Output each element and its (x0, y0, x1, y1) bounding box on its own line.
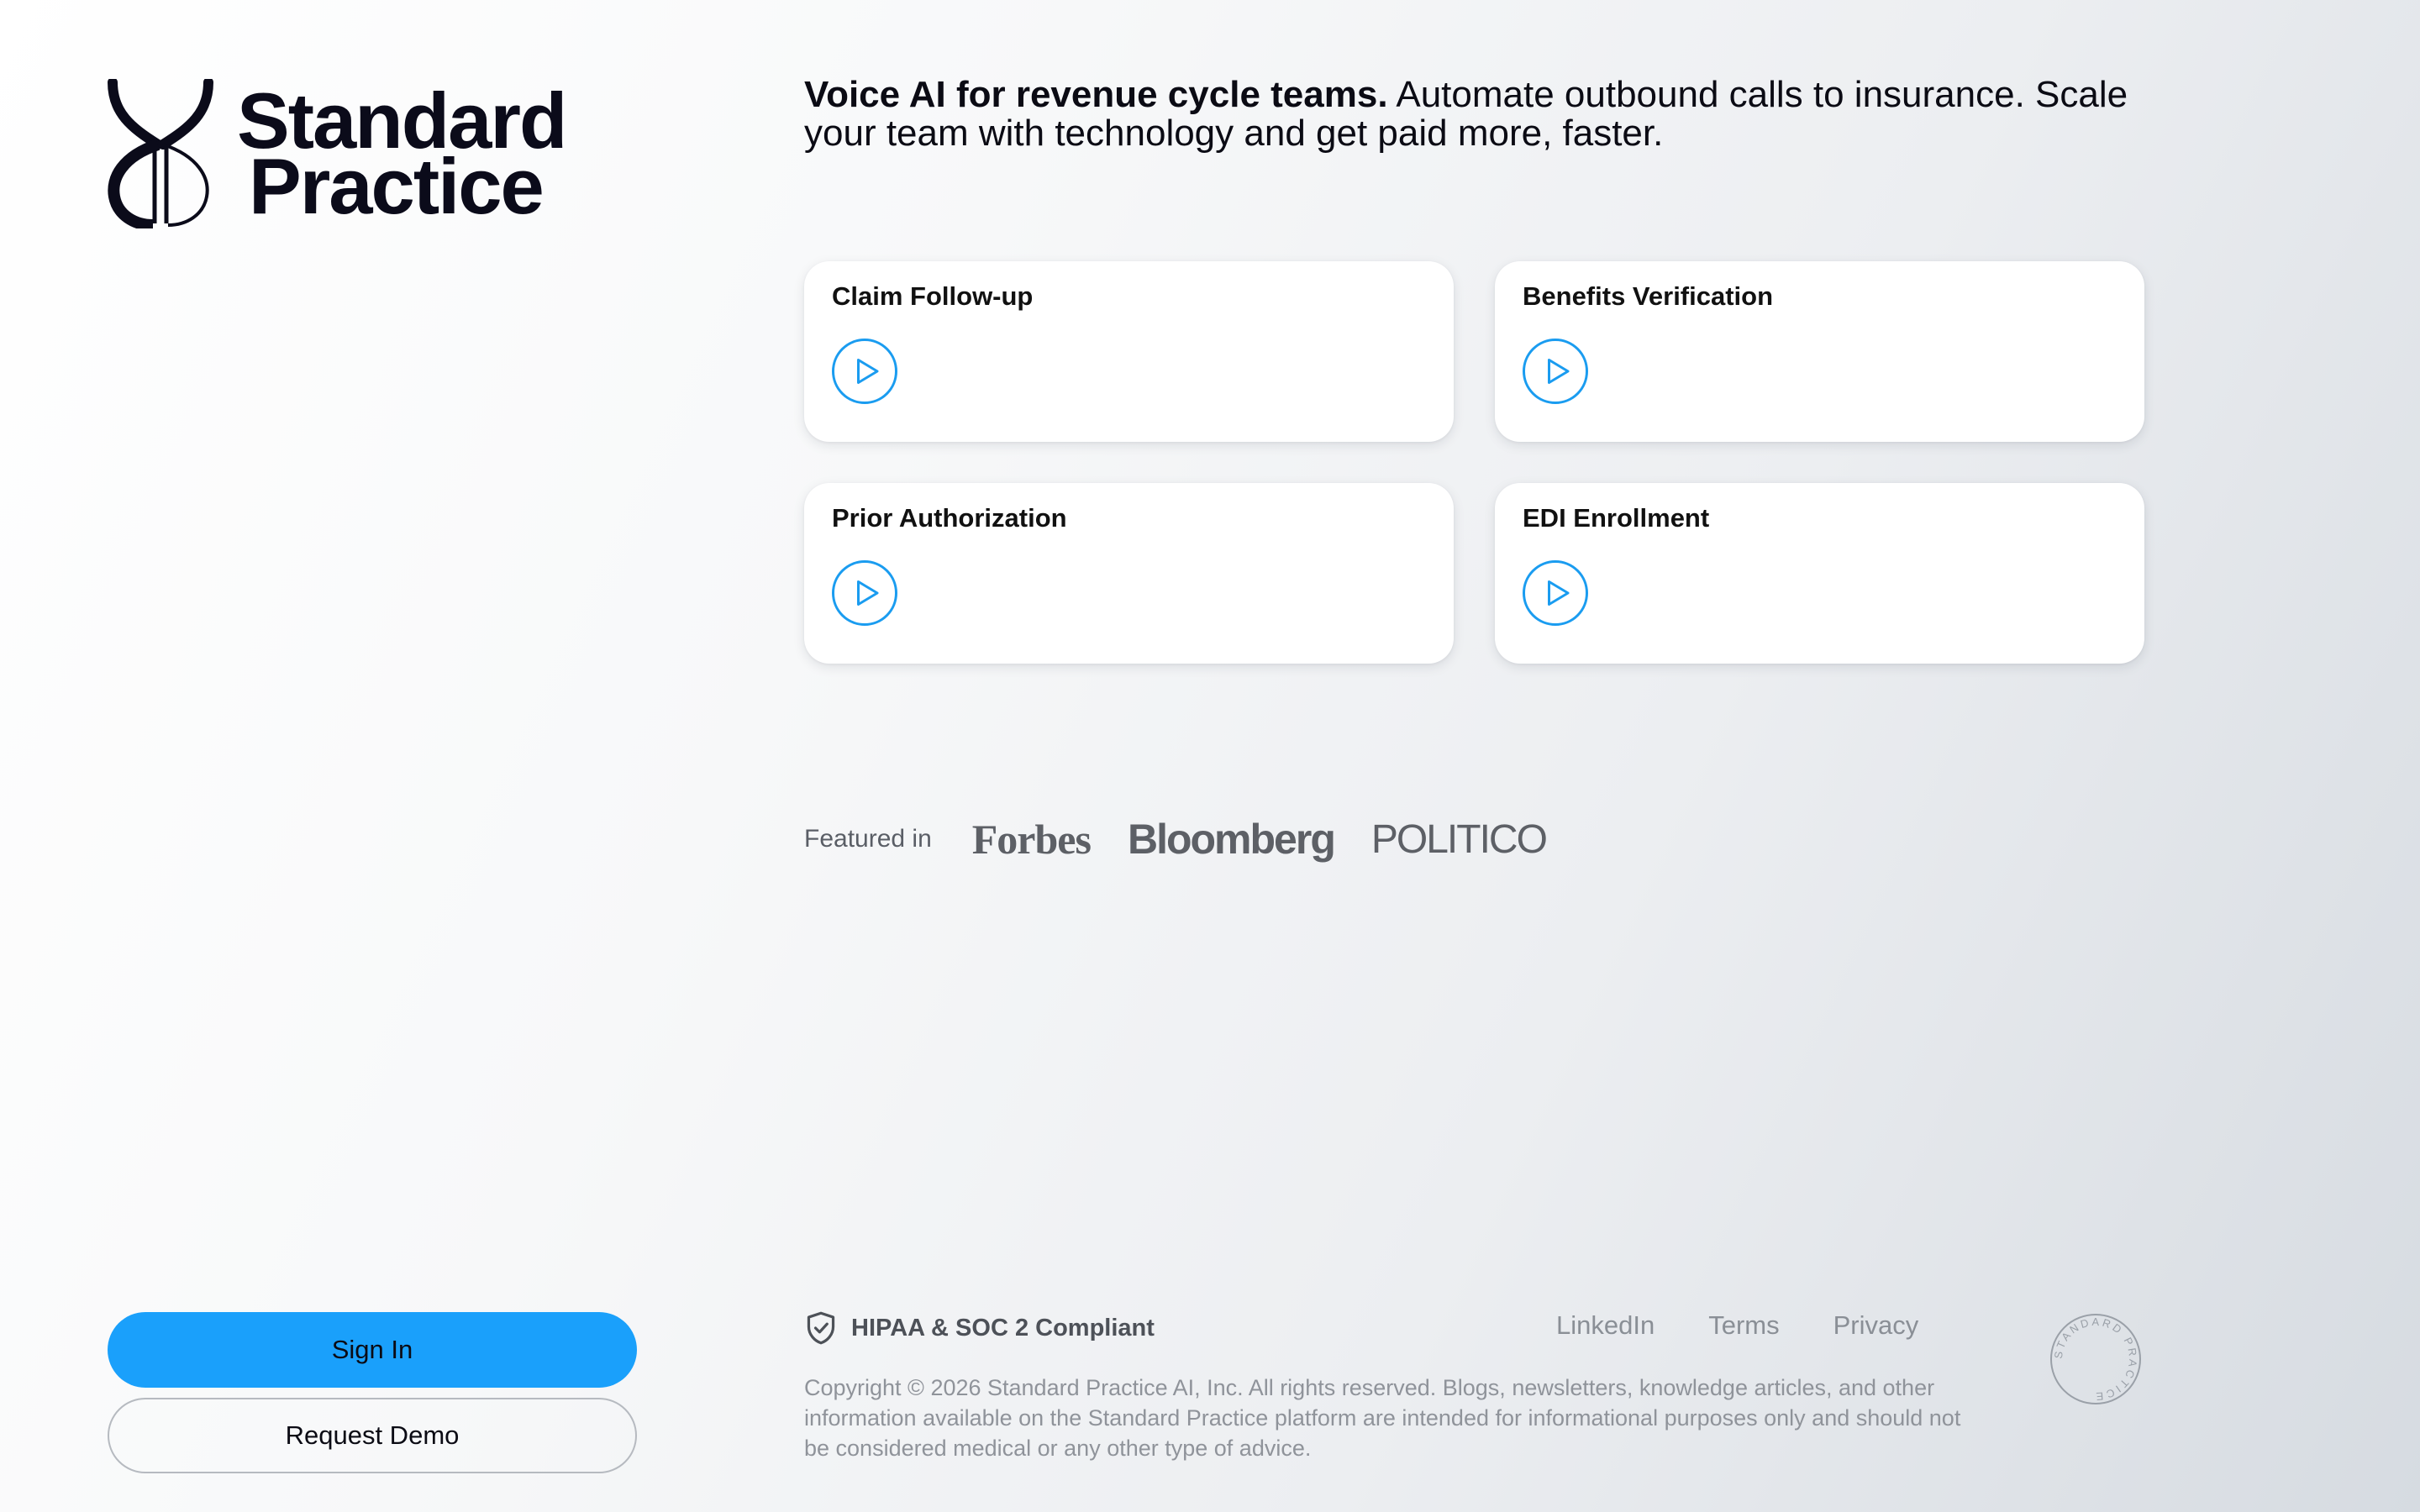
card-prior-authorization[interactable]: Prior Authorization (804, 483, 1454, 664)
brand-wordmark: Standard Practice (237, 81, 567, 230)
card-title: EDI Enrollment (1523, 503, 1710, 533)
card-title: Prior Authorization (832, 503, 1067, 533)
card-title: Claim Follow-up (832, 281, 1034, 311)
privacy-link[interactable]: Privacy (1833, 1310, 1919, 1341)
page: Standard Practice Voice AI for revenue c… (0, 0, 2420, 1512)
politico-logo: POLITICO (1370, 816, 1548, 862)
copyright-text: Copyright © 2026 Standard Practice AI, I… (804, 1375, 1961, 1461)
card-benefits-verification[interactable]: Benefits Verification (1495, 261, 2144, 442)
logo-mark-icon (108, 79, 213, 228)
sign-in-button[interactable]: Sign In (108, 1312, 637, 1388)
play-icon (857, 580, 879, 606)
svg-text:STANDARD PRACTICE: STANDARD PRACTICE (2052, 1315, 2140, 1403)
play-icon (1548, 359, 1570, 384)
hero-headline: Voice AI for revenue cycle teams. Automa… (804, 76, 2165, 153)
card-edi-enrollment[interactable]: EDI Enrollment (1495, 483, 2144, 664)
headline-bold: Voice AI for revenue cycle teams. (804, 74, 1388, 115)
brand-logo[interactable]: Standard Practice (106, 79, 567, 230)
shield-check-icon (807, 1311, 835, 1345)
card-claim-follow-up[interactable]: Claim Follow-up (804, 261, 1454, 442)
brand-line-2: Practice (249, 142, 544, 230)
compliance-badge: HIPAA & SOC 2 Compliant (804, 1310, 1155, 1346)
play-button[interactable] (832, 560, 897, 626)
play-icon (1548, 580, 1570, 606)
play-button[interactable] (1523, 560, 1588, 626)
bloomberg-logo: Bloomberg (1127, 816, 1336, 863)
card-title: Benefits Verification (1523, 281, 1774, 311)
linkedin-link[interactable]: LinkedIn (1556, 1310, 1655, 1341)
seal-text: STANDARD PRACTICE (2052, 1315, 2138, 1403)
featured-in: Featured in Forbes Bloomberg POLITICO (804, 815, 1583, 864)
terms-link[interactable]: Terms (1708, 1310, 1779, 1341)
play-icon (857, 359, 879, 384)
footer-links: LinkedIn Terms Privacy (1556, 1310, 1972, 1341)
compliance-text: HIPAA & SOC 2 Compliant (851, 1314, 1155, 1341)
request-demo-button[interactable]: Request Demo (108, 1398, 637, 1473)
forbes-logo: Forbes (971, 816, 1092, 863)
standard-practice-seal-icon: STANDARD PRACTICE (2050, 1314, 2141, 1404)
play-button[interactable] (1523, 339, 1588, 404)
play-button[interactable] (832, 339, 897, 404)
featured-label: Featured in (804, 825, 932, 853)
use-case-cards: Claim Follow-up Benefits Verification Pr… (804, 261, 2144, 664)
